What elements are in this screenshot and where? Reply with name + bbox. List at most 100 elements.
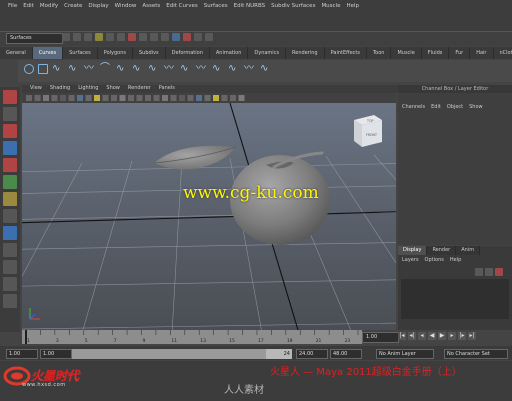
layer-menu-options[interactable]: Options xyxy=(425,257,444,263)
rotate-tool-icon[interactable] xyxy=(3,158,17,172)
render-view-icon[interactable] xyxy=(172,33,180,41)
lasso-tool-icon[interactable] xyxy=(3,107,17,121)
shelf-tab-animation[interactable]: Animation xyxy=(210,47,249,59)
go-to-end-icon[interactable]: ▸| xyxy=(468,332,476,340)
viewport-menu-renderer[interactable]: Renderer xyxy=(128,85,151,93)
insert-knot-icon[interactable]: ∿ xyxy=(148,64,160,74)
layer-list[interactable] xyxy=(401,279,509,319)
snap-point-icon[interactable] xyxy=(150,33,158,41)
step-back-frame-icon[interactable]: ◂ xyxy=(418,332,426,340)
panel-toolbar-button[interactable] xyxy=(179,95,185,101)
panel-toolbar-button[interactable] xyxy=(221,95,228,101)
step-forward-key-icon[interactable]: |▸ xyxy=(458,332,466,340)
animation-start-field[interactable]: 1.00 xyxy=(6,349,38,359)
playback-start-field[interactable]: 1.00 xyxy=(40,349,72,359)
select-object-icon[interactable] xyxy=(106,33,114,41)
menu-display[interactable]: Display xyxy=(88,3,108,13)
panel-toolbar-button[interactable] xyxy=(43,95,49,101)
anim-layer-dropdown[interactable]: No Anim Layer xyxy=(376,349,434,359)
offset-curve-icon[interactable]: ∿ xyxy=(180,64,192,74)
hypershade-layout-icon[interactable] xyxy=(3,294,17,308)
move-layer-up-icon[interactable] xyxy=(475,268,483,276)
shelf-tab-muscle[interactable]: Muscle xyxy=(391,47,422,59)
paint-select-tool-icon[interactable] xyxy=(3,124,17,138)
snap-curve-icon[interactable] xyxy=(139,33,147,41)
channel-box-menu-show[interactable]: Show xyxy=(469,104,483,110)
menu-create[interactable]: Create xyxy=(64,3,82,13)
channel-box-menu-channels[interactable]: Channels xyxy=(402,104,425,110)
panel-toolbar-button[interactable] xyxy=(102,95,109,101)
layer-menu-help[interactable]: Help xyxy=(450,257,461,263)
panel-toolbar-icons[interactable] xyxy=(22,93,396,103)
playback-end-field[interactable]: 24.00 xyxy=(296,349,328,359)
shelf-tab-subdivs[interactable]: Subdivs xyxy=(133,47,166,59)
select-tool-icon[interactable] xyxy=(3,90,17,104)
panel-toolbar-button[interactable] xyxy=(204,95,211,101)
shelf-tab-fluids[interactable]: Fluids xyxy=(422,47,450,59)
pencil-curve-icon[interactable]: 〰 xyxy=(84,64,96,74)
panel-toolbar-button[interactable] xyxy=(170,95,177,101)
snap-grid-icon[interactable] xyxy=(128,33,136,41)
layer-tab-render[interactable]: Render xyxy=(427,246,457,255)
panel-toolbar-button[interactable] xyxy=(145,95,151,101)
panel-toolbar-button[interactable] xyxy=(136,95,143,101)
shelf-tab-polygons[interactable]: Polygons xyxy=(98,47,133,59)
animation-end-field[interactable]: 48.00 xyxy=(330,349,362,359)
graph-editor-layout-icon[interactable] xyxy=(3,277,17,291)
menu-set-dropdown[interactable]: Surfaces xyxy=(6,33,63,44)
shelf-tab-general[interactable]: General xyxy=(0,47,33,59)
menu-modify[interactable]: Modify xyxy=(40,3,58,13)
panel-toolbar-button[interactable] xyxy=(238,95,245,101)
new-layer-icon[interactable] xyxy=(495,268,503,276)
perspective-viewport[interactable]: TOP FRONT xyxy=(22,103,396,330)
menu-edit-curves[interactable]: Edit Curves xyxy=(166,3,198,13)
shelf-tab-deformation[interactable]: Deformation xyxy=(166,47,210,59)
menu-assets[interactable]: Assets xyxy=(142,3,160,13)
last-tool-icon[interactable] xyxy=(3,209,17,223)
viewport-menu-panels[interactable]: Panels xyxy=(159,85,175,93)
rebuild-curve-icon[interactable]: ∿ xyxy=(212,64,224,74)
render-settings-icon[interactable] xyxy=(205,33,213,41)
history-icon[interactable] xyxy=(161,33,169,41)
viewport-menu-shading[interactable]: Shading xyxy=(50,85,70,93)
ep-curve-icon[interactable]: ∿ xyxy=(68,64,80,74)
layer-menu-layers[interactable]: Layers xyxy=(402,257,419,263)
intersect-curve-icon[interactable]: ∿ xyxy=(260,64,272,74)
attach-curve-icon[interactable]: ∿ xyxy=(116,64,128,74)
extend-curve-icon[interactable]: 〰 xyxy=(164,64,176,74)
panel-toolbar-button[interactable] xyxy=(162,95,168,101)
viewport-menu-lighting[interactable]: Lighting xyxy=(78,85,98,93)
viewport-menu-view[interactable]: View xyxy=(30,85,42,93)
panel-toolbar-button[interactable] xyxy=(111,95,117,101)
four-view-layout-icon[interactable] xyxy=(3,243,17,257)
panel-toolbar-button[interactable] xyxy=(128,95,134,101)
outliner-layout-icon[interactable] xyxy=(3,260,17,274)
shelf-tab-surfaces[interactable]: Surfaces xyxy=(63,47,98,59)
step-back-key-icon[interactable]: ◂| xyxy=(408,332,416,340)
menu-window[interactable]: Window xyxy=(115,3,137,13)
menu-surfaces[interactable]: Surfaces xyxy=(204,3,228,13)
viewport-menu-show[interactable]: Show xyxy=(106,85,120,93)
go-to-start-icon[interactable]: |◂ xyxy=(398,332,406,340)
time-slider[interactable]: 1 3 5 7 9 11 13 15 17 19 21 23 xyxy=(22,330,362,344)
cv-curve-icon[interactable]: ∿ xyxy=(52,64,64,74)
shelf-tab-curves[interactable]: Curves xyxy=(32,47,64,59)
detach-curve-icon[interactable]: ∿ xyxy=(132,64,144,74)
panel-toolbar-button[interactable] xyxy=(26,95,32,101)
open-scene-icon[interactable] xyxy=(73,33,81,41)
move-layer-down-icon[interactable] xyxy=(485,268,493,276)
single-perspective-layout-icon[interactable] xyxy=(3,226,17,240)
panel-toolbar-button[interactable] xyxy=(77,95,83,101)
panel-toolbar-button[interactable] xyxy=(94,95,100,101)
shelf-tab-fur[interactable]: Fur xyxy=(449,47,471,59)
shelf-tab-painteffects[interactable]: PaintEffects xyxy=(325,47,367,59)
render-current-icon[interactable] xyxy=(183,33,191,41)
channel-box-menu-object[interactable]: Object xyxy=(447,104,463,110)
range-bar-handle[interactable]: 24 xyxy=(266,349,292,359)
layer-tab-anim[interactable]: Anim xyxy=(456,246,481,255)
panel-toolbar-button[interactable] xyxy=(187,95,194,101)
new-scene-icon[interactable] xyxy=(62,33,70,41)
menu-file[interactable]: File xyxy=(8,3,17,13)
select-component-icon[interactable] xyxy=(117,33,125,41)
panel-toolbar-button[interactable] xyxy=(213,95,219,101)
